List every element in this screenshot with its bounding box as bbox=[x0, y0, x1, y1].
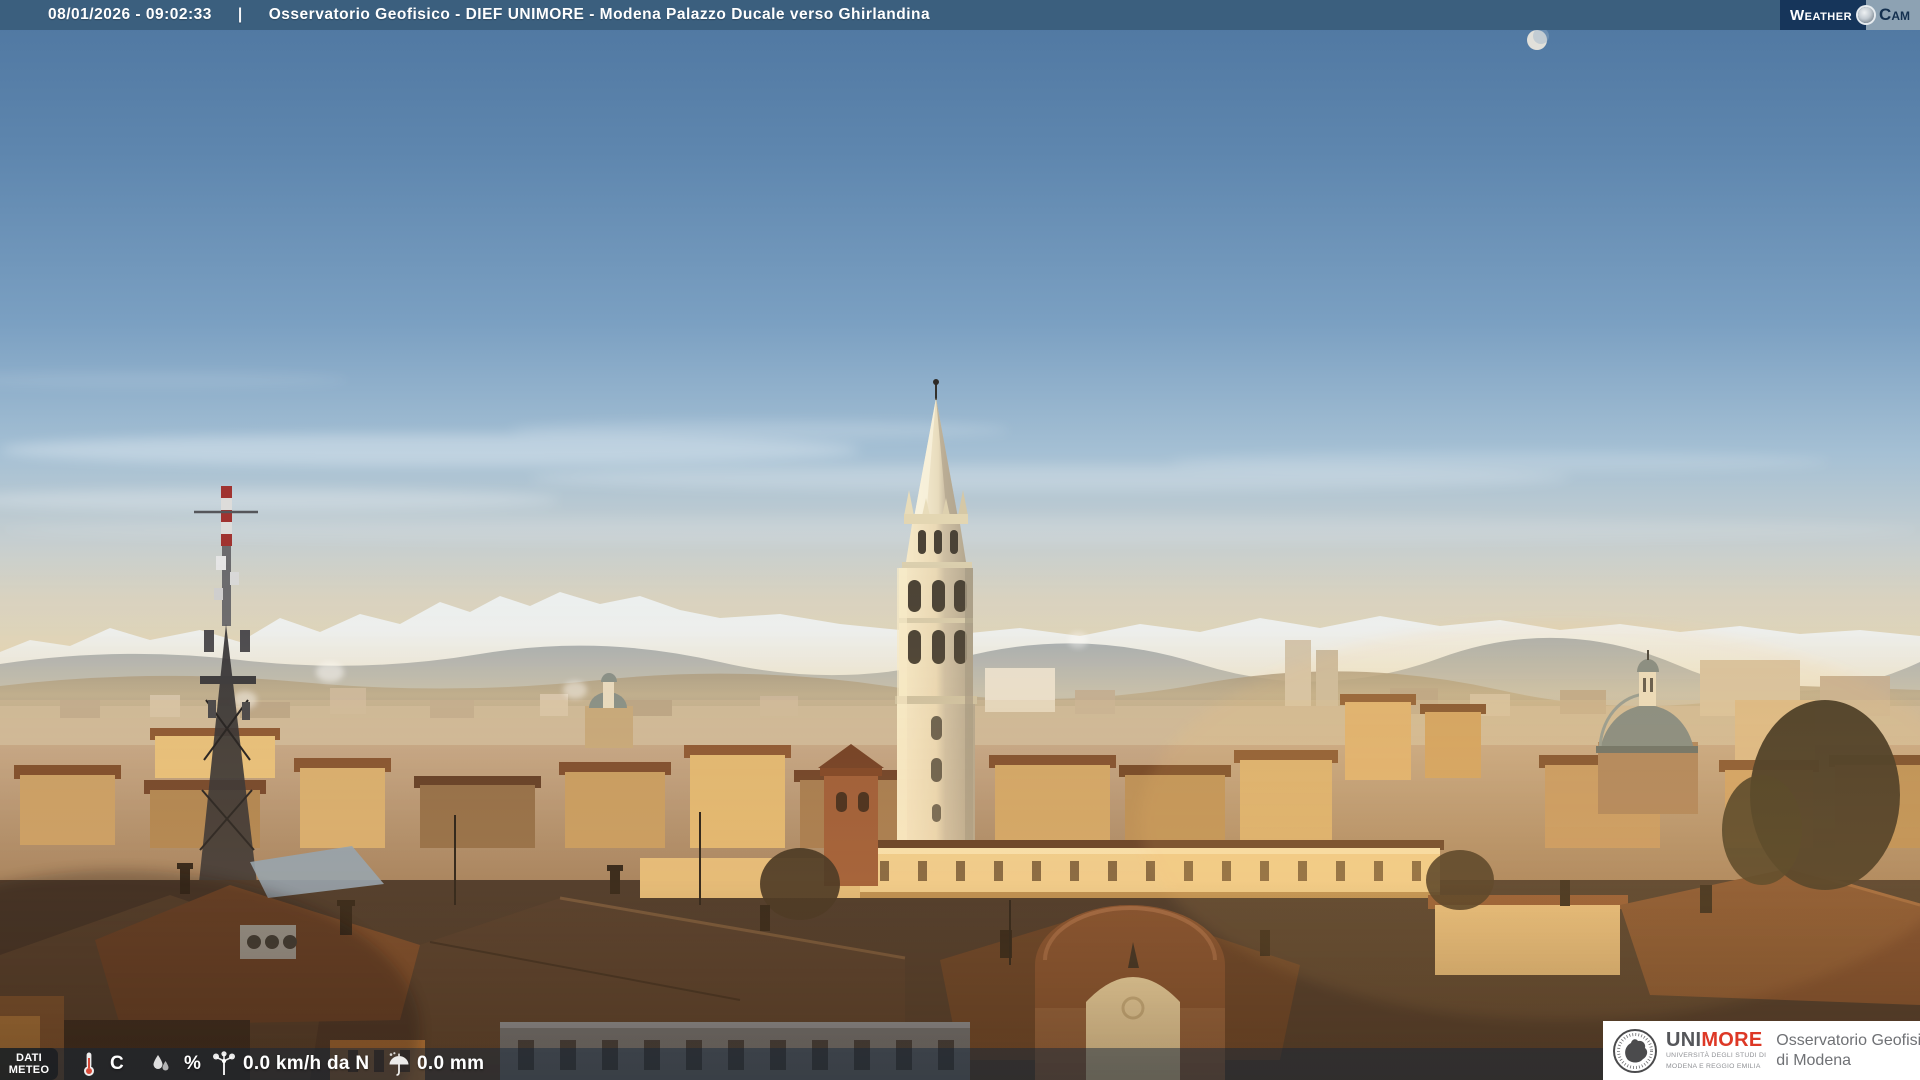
unimore-tagline-line1: UNIVERSITÀ DEGLI STUDI DI bbox=[1666, 1052, 1767, 1059]
wind-value: 0.0 km/h da N bbox=[243, 1053, 370, 1074]
unimore-logo[interactable]: UNIMORE UNIVERSITÀ DEGLI STUDI DI MODENA… bbox=[1603, 1021, 1920, 1080]
temperature-readout: C bbox=[82, 1048, 124, 1080]
unimore-wordmark: UNIMORE UNIVERSITÀ DEGLI STUDI DI MODENA… bbox=[1666, 1030, 1766, 1071]
weathercam-word1: Weather bbox=[1779, 0, 1867, 30]
top-status-bar: 08/01/2026 - 09:02:33 | Osservatorio Geo… bbox=[0, 0, 1920, 30]
thermometer-icon bbox=[84, 1052, 94, 1076]
camera-title: Osservatorio Geofisico - DIEF UNIMORE - … bbox=[268, 6, 931, 23]
webcam-view: 08/01/2026 - 09:02:33 | Osservatorio Geo… bbox=[0, 0, 1920, 1080]
light-overlays bbox=[0, 560, 1920, 1080]
temperature-unit: C bbox=[110, 1053, 125, 1074]
separator: | bbox=[237, 6, 243, 23]
unimore-more: MORE bbox=[1701, 1029, 1763, 1051]
meteo-badge-line1: DATI bbox=[15, 1052, 43, 1064]
unimore-seal-icon bbox=[1613, 1028, 1657, 1073]
anemometer-icon bbox=[213, 1051, 235, 1075]
meteo-badge-line2: METEO bbox=[8, 1064, 50, 1076]
datetime-label: 08/01/2026 - 09:02:33 bbox=[48, 6, 212, 23]
wind-readout: 0.0 km/h da N bbox=[212, 1048, 369, 1080]
umbrella-icon bbox=[389, 1052, 409, 1076]
humidity-unit: % bbox=[184, 1053, 202, 1074]
humidity-readout: % bbox=[152, 1048, 201, 1080]
weathercam-logo[interactable]: Weather Cam bbox=[1779, 0, 1920, 30]
droplets-icon bbox=[153, 1055, 169, 1071]
camera-lens-icon bbox=[1858, 7, 1875, 23]
observatory-name: Osservatorio Geofisico di Modena bbox=[1776, 1031, 1920, 1071]
unimore-tagline-line2: MODENA E REGGIO EMILIA bbox=[1666, 1062, 1761, 1070]
rain-readout: 0.0 mm bbox=[388, 1048, 484, 1080]
observatory-name-line2: di Modena bbox=[1776, 1051, 1852, 1069]
observatory-name-line1: Osservatorio Geofisico bbox=[1776, 1031, 1920, 1049]
weathercam-word2: Cam bbox=[1866, 0, 1920, 30]
unimore-uni: UNI bbox=[1666, 1029, 1702, 1051]
meteo-badge: DATI METEO bbox=[0, 1048, 58, 1080]
city-photo bbox=[0, 0, 1920, 1080]
rain-value: 0.0 mm bbox=[417, 1053, 485, 1074]
